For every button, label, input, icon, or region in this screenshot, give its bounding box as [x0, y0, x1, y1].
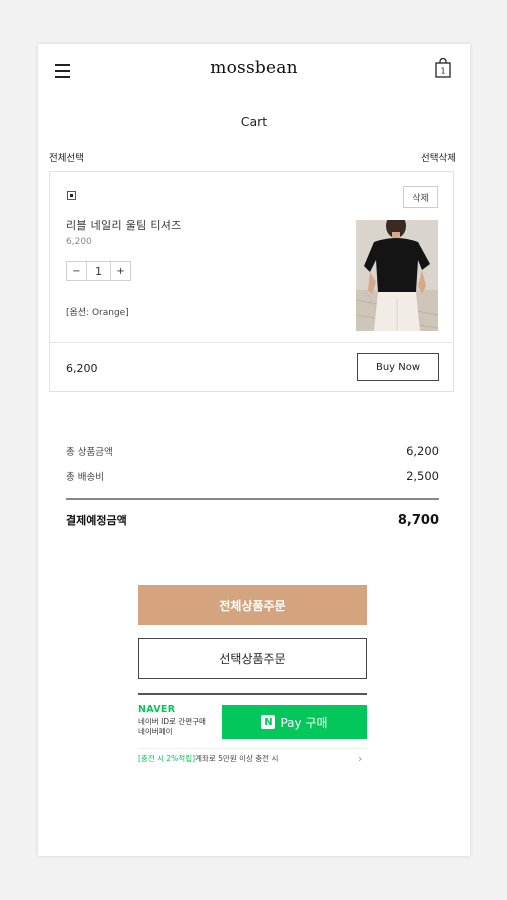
promo-highlight: [충전 시 2%적립]	[138, 754, 196, 763]
page-title: Cart	[240, 114, 268, 129]
quantity-value[interactable]: 1	[87, 261, 110, 281]
delete-selected-button[interactable]: 선택삭제	[421, 150, 456, 164]
naver-pay-label: Pay 구매	[280, 715, 328, 730]
shipping-value: 2,500	[406, 469, 439, 483]
grand-total-label: 결제예정금액	[66, 514, 127, 527]
product-name[interactable]: 리블 네일리 울팀 티셔즈	[66, 217, 182, 233]
naver-n-icon: N	[261, 715, 276, 729]
item-checkbox[interactable]	[67, 191, 76, 200]
naver-pay-divider	[138, 693, 367, 695]
naver-desc-line1: 네이버 ID로 간편구매	[138, 717, 206, 726]
naver-desc-line2: 네이버페이	[138, 727, 173, 736]
product-option: [옵션: Orange]	[66, 308, 129, 318]
quantity-stepper: − 1 +	[66, 261, 131, 281]
chevron-right-icon[interactable]: ›	[358, 752, 362, 765]
grand-total-value: 8,700	[397, 512, 439, 528]
quantity-decrease-button[interactable]: −	[66, 261, 87, 281]
naver-separator	[138, 748, 367, 749]
product-total-label: 총 상품금액	[66, 447, 113, 458]
summary-row-product-total: 총 상품금액 6,200	[66, 444, 439, 458]
naver-description: 네이버 ID로 간편구매 네이버페이	[138, 717, 220, 737]
summary-row-grand-total: 결제예정금액 8,700	[66, 512, 439, 528]
product-price: 6,200	[66, 237, 92, 247]
promo-text: 계좌로 5만원 이상 충전 시	[195, 754, 279, 763]
product-total-value: 6,200	[406, 444, 439, 458]
product-image[interactable]	[356, 220, 438, 331]
buy-now-button[interactable]: Buy Now	[357, 353, 439, 381]
order-all-button[interactable]: 전체상품주문	[138, 585, 367, 625]
order-selected-button[interactable]: 선택상품주문	[138, 638, 367, 679]
select-all-button[interactable]: 전체선택	[49, 150, 84, 164]
cart-count: 1	[440, 67, 445, 76]
cart-item: 삭제 리블 네일리 울팀 티셔즈 6,200 − 1 + [옵션: Orange…	[49, 171, 454, 392]
delete-item-button[interactable]: 삭제	[403, 186, 438, 208]
quantity-increase-button[interactable]: +	[110, 261, 131, 281]
summary-row-shipping: 총 배송비 2,500	[66, 469, 439, 483]
naver-pay-button[interactable]: N Pay 구매	[222, 705, 367, 739]
naver-logo: NAVER	[138, 704, 176, 715]
naver-promo-link[interactable]: [충전 시 2%적립]계좌로 5만원 이상 충전 시	[138, 753, 278, 764]
store-logo[interactable]: mossbean	[38, 58, 470, 78]
shopping-bag-icon[interactable]: 1	[435, 57, 451, 78]
cart-page: mossbean 1 Cart 전체선택 선택삭제 삭제 리블 네일리 울팀 티…	[38, 44, 470, 856]
shipping-label: 총 배송비	[66, 472, 104, 483]
item-line-total: 6,200	[66, 362, 98, 375]
item-divider	[50, 342, 453, 343]
summary-divider	[66, 498, 439, 500]
